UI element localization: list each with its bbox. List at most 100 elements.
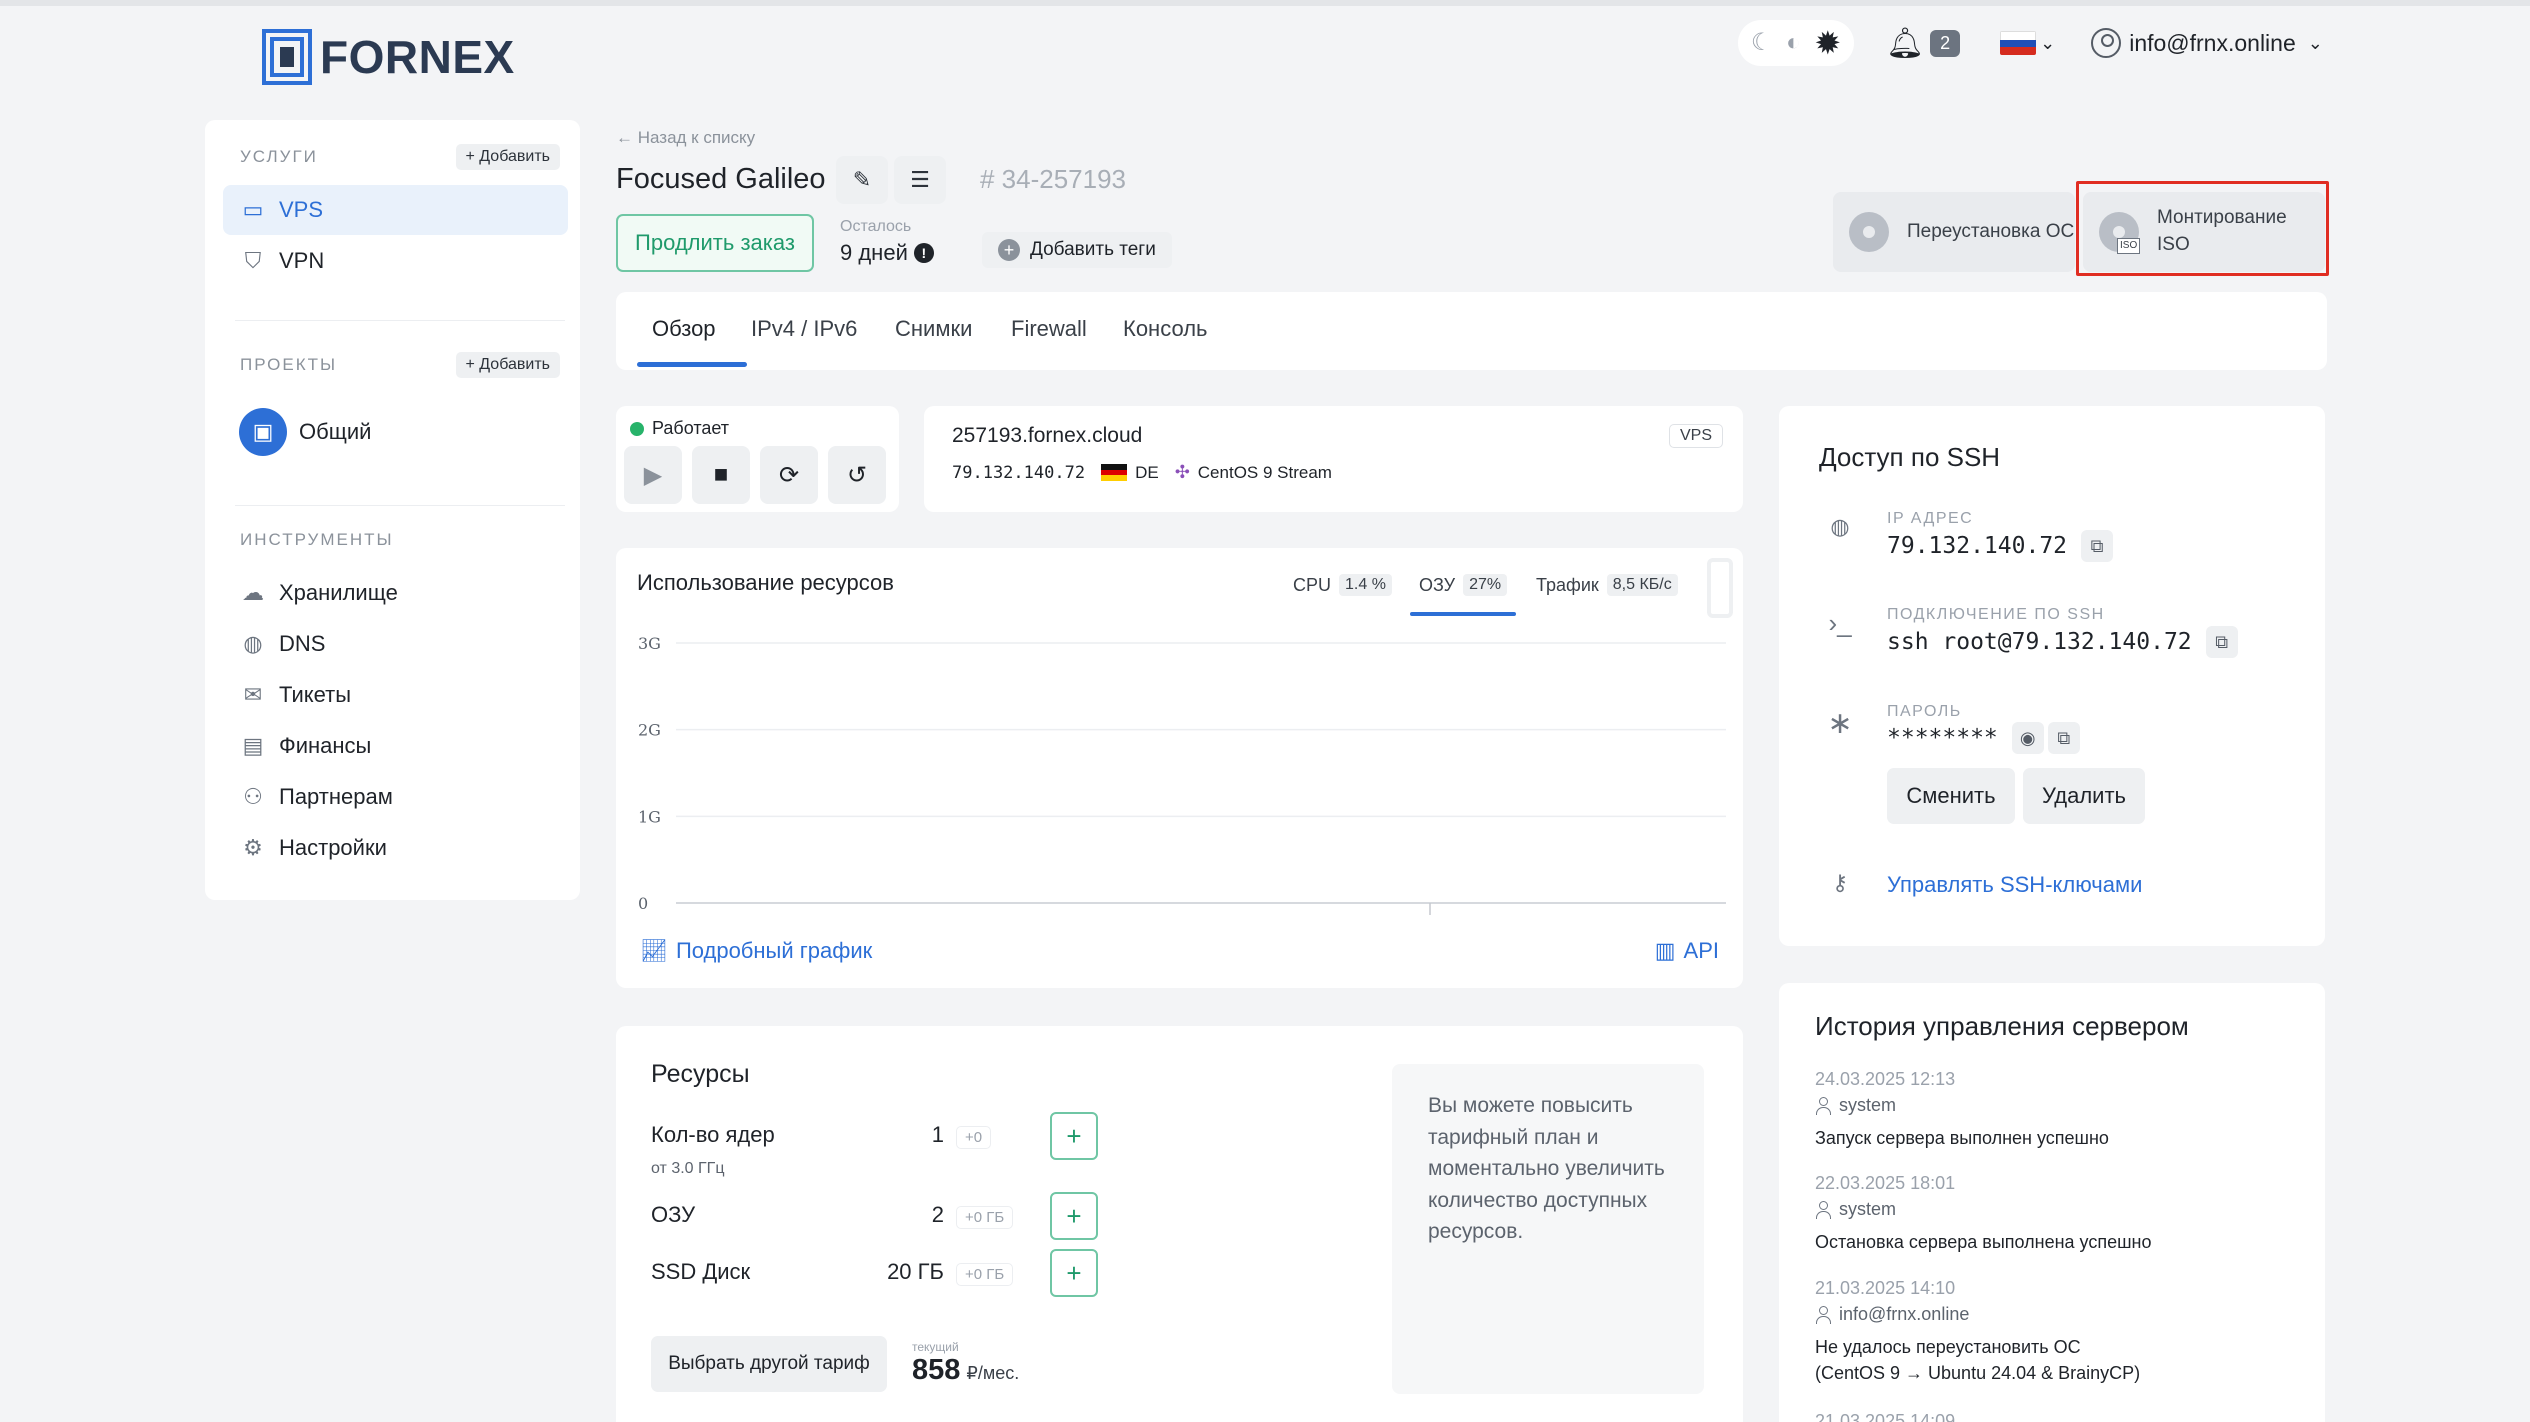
add-service-button[interactable]: + Добавить <box>455 144 560 170</box>
info-icon[interactable]: ! <box>913 243 934 263</box>
copy-icon[interactable]: ⧉ <box>2205 626 2238 658</box>
history-message: Остановка сервера выполнена успешно <box>1815 1232 2152 1252</box>
reinstall-os-button[interactable]: Переустановка ОС <box>1833 192 2075 272</box>
project-name: Общий <box>299 419 372 444</box>
password-row: ******** ◉ ⧉ <box>1887 722 2080 754</box>
list-icon[interactable]: ☰ <box>894 156 946 204</box>
tab-console[interactable]: Консоль <box>1123 316 1208 342</box>
eye-icon[interactable]: ◉ <box>2011 722 2044 754</box>
history-message: Запуск сервера выполнен успешно <box>1815 1128 2109 1148</box>
edit-pencil-icon[interactable]: ✎ <box>836 156 888 204</box>
delete-password-button[interactable]: Удалить <box>2023 768 2145 824</box>
user-menu[interactable]: info@frnx.online ⌄ <box>2091 28 2323 58</box>
renew-order-button[interactable]: Продлить заказ <box>616 214 814 272</box>
key-icon: ⚷ <box>1831 870 1849 895</box>
current-price-label: текущий <box>912 1340 959 1354</box>
user-icon <box>1815 1305 1831 1324</box>
remaining-value: 9 дней ! <box>840 240 934 266</box>
password-label: ПАРОЛЬ <box>1887 703 1962 720</box>
price: 858 ₽/мес. <box>912 1354 1019 1387</box>
y-tick-label: 2G <box>638 721 661 740</box>
sidebar-item-finance[interactable]: ▤ Финансы <box>223 721 568 771</box>
tab-snapshots[interactable]: Снимки <box>895 316 972 342</box>
server-tabs: Обзор IPv4 / IPv6 Снимки Firewall Консол… <box>616 292 2327 370</box>
germany-flag-icon <box>1101 464 1128 482</box>
add-tags-button[interactable]: + Добавить теги <box>982 232 1172 268</box>
host-os: CentOS 9 Stream <box>1197 462 1332 482</box>
history-title: История управления сервером <box>1815 1011 2189 1041</box>
user-icon <box>1815 1200 1831 1219</box>
history-user-name: system <box>1839 1199 1897 1219</box>
language-chevron-down-icon[interactable]: ⌄ <box>2040 33 2055 54</box>
disk-label: SSD Диск <box>651 1259 751 1284</box>
sidebar-item-label: VPS <box>279 197 324 222</box>
add-ram-button[interactable]: + <box>1050 1192 1098 1240</box>
manage-ssh-keys-link[interactable]: Управлять SSH-ключами <box>1887 872 2142 898</box>
history-date: 21.03.2025 14:09 <box>1815 1411 1956 1422</box>
detailed-chart-link[interactable]: 📈︎ Подробный график <box>640 938 872 964</box>
add-cores-button[interactable]: + <box>1050 1112 1098 1160</box>
notifications-count-badge[interactable]: 2 <box>1930 29 1961 57</box>
contrast-icon[interactable]: ◐ <box>1786 31 1801 55</box>
reset-icon[interactable]: ↺ <box>828 446 886 504</box>
disk-value: 20 ГБ <box>887 1259 944 1284</box>
sidebar-item-vps[interactable]: ▭ VPS <box>223 185 568 235</box>
add-project-button[interactable]: + Добавить <box>455 352 560 378</box>
status-indicator: Работает <box>630 418 729 439</box>
cores-delta: +0 <box>956 1126 992 1149</box>
people-icon: ⚇ <box>243 784 263 809</box>
y-tick-label: 3G <box>638 634 661 653</box>
divider <box>235 320 565 321</box>
play-icon[interactable]: ▶ <box>624 446 682 504</box>
fornex-logo[interactable]: FORNEX <box>262 29 515 85</box>
reinstall-os-label: Переустановка ОС <box>1907 220 2075 242</box>
add-disk-button[interactable]: + <box>1050 1249 1098 1297</box>
card-icon: ▤ <box>242 733 264 758</box>
logo-mark-icon <box>262 29 312 85</box>
stop-icon[interactable]: ■ <box>692 446 750 504</box>
tab-overview[interactable]: Обзор <box>652 316 716 342</box>
sidebar-item-tickets[interactable]: ✉︎ Тикеты <box>223 670 568 720</box>
ram-label: ОЗУ <box>651 1202 696 1227</box>
sidebar-item-label: Партнерам <box>279 784 393 809</box>
host-details: 79.132.140.72 DE ✣ CentOS 9 Stream <box>952 462 1332 483</box>
back-link[interactable]: ← Назад к списку <box>616 128 755 148</box>
shield-icon: ⛉ <box>244 248 262 273</box>
highlight-box <box>2076 181 2329 276</box>
language-flag-icon[interactable] <box>2000 31 2037 55</box>
upsell-note: Вы можете повысить тарифный план и момен… <box>1392 1064 1704 1394</box>
hostname: 257193.fornex.cloud <box>952 424 1143 447</box>
change-tariff-button[interactable]: Выбрать другой тариф <box>651 1336 887 1392</box>
sidebar-item-label: DNS <box>279 631 326 656</box>
sun-icon[interactable]: ✹ <box>1814 27 1841 59</box>
tab-ip[interactable]: IPv4 / IPv6 <box>751 316 857 342</box>
restart-icon[interactable]: ⟳ <box>760 446 818 504</box>
sidebar-item-settings[interactable]: ⚙︎ Настройки <box>223 823 568 873</box>
sidebar-item-partners[interactable]: ⚇ Партнерам <box>223 772 568 822</box>
ssh-connection-row: ssh root@79.132.140.72 ⧉ <box>1887 626 2238 658</box>
sidebar-item-label: Хранилище <box>279 580 398 605</box>
ip-value-row: 79.132.140.72 ⧉ <box>1887 530 2114 562</box>
tab-firewall[interactable]: Firewall <box>1011 316 1087 342</box>
sidebar-item-project[interactable]: ▣ Общий <box>223 402 568 462</box>
disk-delta: +0 ГБ <box>956 1263 1014 1286</box>
moon-icon[interactable]: ☾ <box>1751 31 1773 55</box>
disc-icon <box>1849 212 1889 252</box>
api-link[interactable]: ▥ API <box>1655 938 1719 964</box>
ssh-card: Доступ по SSH ◍ IP АДРЕС 79.132.140.72 ⧉… <box>1779 406 2325 946</box>
sidebar-item-storage[interactable]: ☁︎ Хранилище <box>223 568 568 618</box>
history-user: system <box>1815 1199 1896 1220</box>
sidebar-item-vpn[interactable]: ⛉ VPN <box>223 236 568 286</box>
plus-circle-icon: + <box>998 239 1020 261</box>
copy-icon[interactable]: ⧉ <box>2047 722 2080 754</box>
remaining-days: 9 дней <box>840 240 908 265</box>
bell-icon[interactable]: 🔔︎ <box>1886 26 1924 61</box>
terminal-icon: ›_ <box>1828 608 1852 638</box>
change-password-button[interactable]: Сменить <box>1887 768 2015 824</box>
copy-icon[interactable]: ⧉ <box>2081 530 2114 562</box>
cores-value: 1 <box>931 1122 944 1147</box>
theme-switcher[interactable]: ☾ ◐ ✹ <box>1738 20 1854 66</box>
sidebar-item-label: Финансы <box>279 733 372 758</box>
sidebar-item-dns[interactable]: ◍ DNS <box>223 619 568 669</box>
active-tab-indicator <box>637 362 747 367</box>
